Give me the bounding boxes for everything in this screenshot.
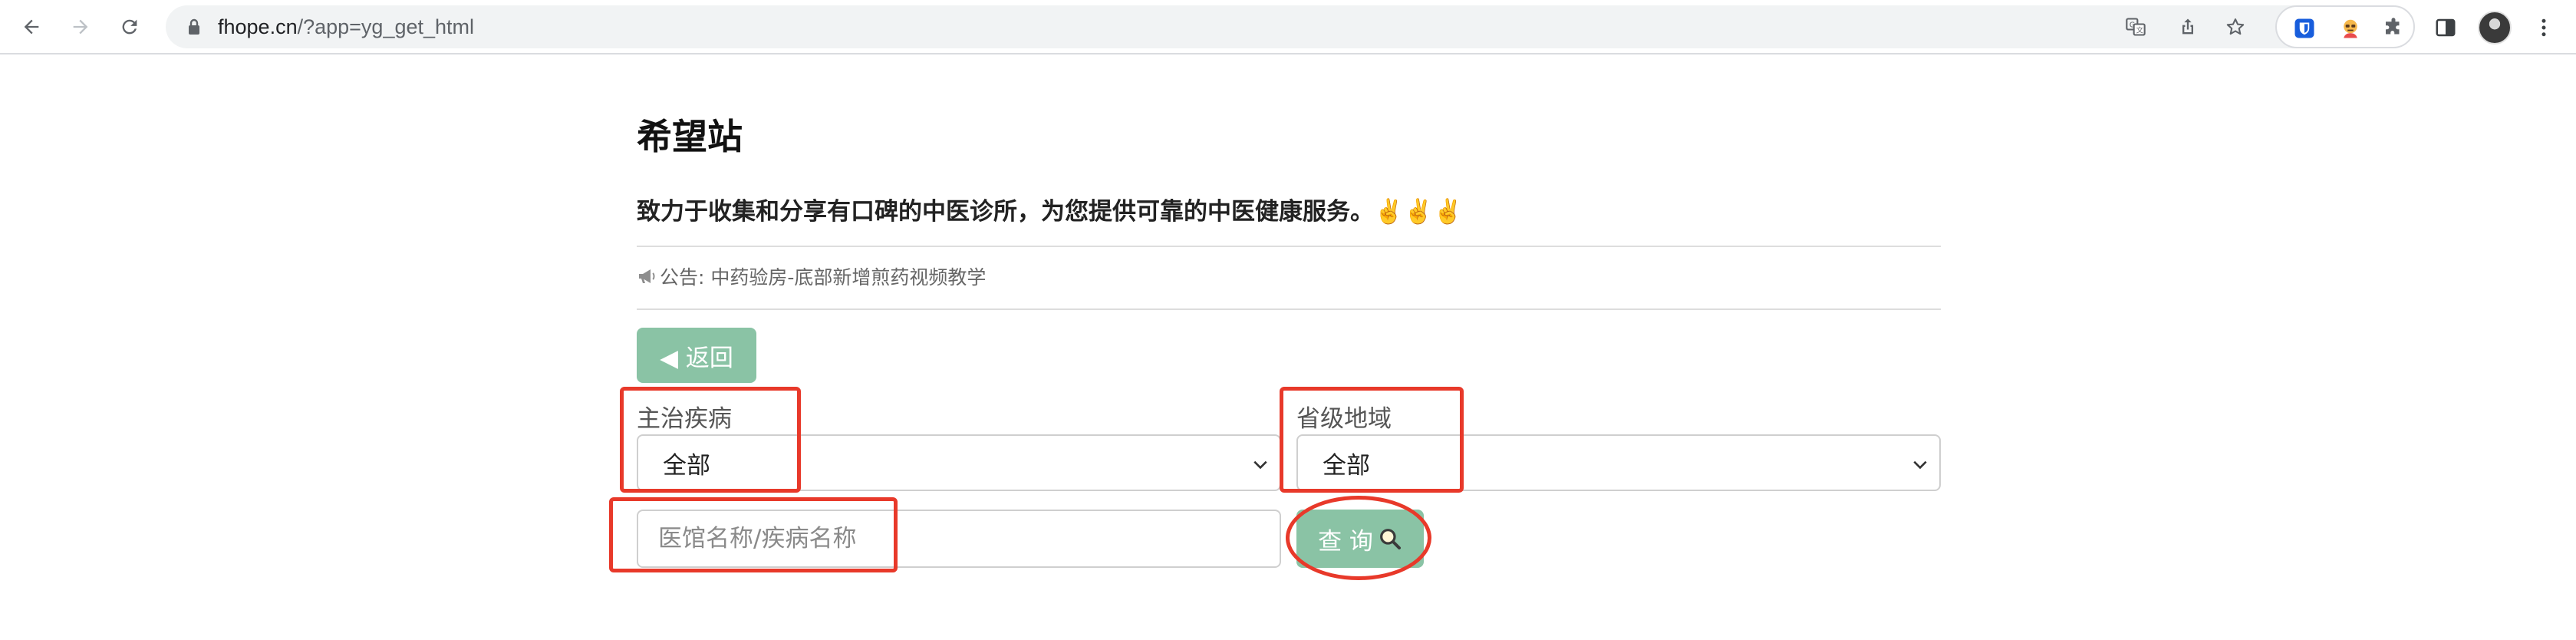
- announcement-text: 公告: 中药验房-底部新增煎药视频教学: [660, 266, 987, 289]
- chevron-down-icon: [1253, 460, 1267, 470]
- svg-text:文: 文: [2136, 26, 2143, 35]
- profile-avatar[interactable]: [2478, 11, 2512, 45]
- url-text[interactable]: fhope.cn/?app=yg_get_html: [218, 5, 474, 48]
- annotation-box-search-input: [609, 497, 898, 572]
- address-bar[interactable]: fhope.cn/?app=yg_get_html G文: [166, 5, 2415, 48]
- chevron-down-icon: [1913, 460, 1927, 470]
- avatar-extension-icon[interactable]: [2338, 16, 2363, 41]
- annotation-circle-query-button: [1286, 496, 1431, 580]
- extensions-group: [2275, 5, 2415, 48]
- share-icon[interactable]: [2176, 15, 2200, 39]
- star-icon[interactable]: [2223, 15, 2248, 39]
- bitwarden-icon[interactable]: [2292, 16, 2317, 41]
- puzzle-icon[interactable]: [2381, 16, 2406, 41]
- annotation-box-region-label: [1280, 387, 1464, 493]
- divider: [637, 308, 1941, 310]
- annotation-box-disease-label: [620, 387, 801, 493]
- side-panel-icon[interactable]: [2430, 12, 2461, 43]
- site-tagline: 致力于收集和分享有口碑的中医诊所，为您提供可靠的中医健康服务。✌️✌️✌️: [637, 198, 1463, 226]
- back-arrow-icon[interactable]: [15, 11, 48, 43]
- back-button[interactable]: ◀ 返回: [637, 328, 756, 383]
- megaphone-icon: [639, 269, 655, 283]
- translate-icon[interactable]: G文: [2123, 15, 2148, 39]
- divider: [637, 246, 1941, 247]
- announcement: 公告: 中药验房-底部新增煎药视频教学: [637, 262, 986, 290]
- more-menu-icon[interactable]: [2528, 12, 2559, 43]
- reload-icon[interactable]: [114, 11, 146, 43]
- browser-toolbar: fhope.cn/?app=yg_get_html G文: [0, 0, 2576, 54]
- lock-icon[interactable]: [187, 18, 201, 35]
- site-title: 希望站: [637, 116, 743, 157]
- forward-arrow-icon[interactable]: [64, 11, 97, 43]
